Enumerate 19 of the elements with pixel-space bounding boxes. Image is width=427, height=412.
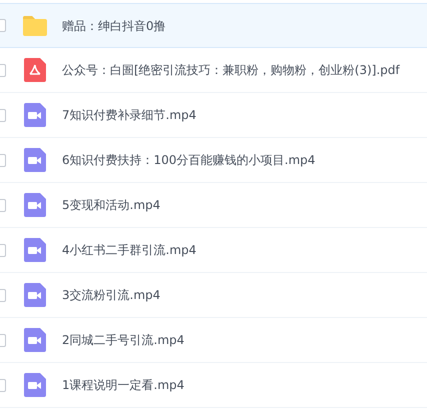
- file-name[interactable]: 1课程说明一定看.mp4: [62, 376, 184, 394]
- video-file-icon: [24, 103, 46, 127]
- file-name[interactable]: 4小红书二手群引流.mp4: [62, 241, 196, 259]
- file-name[interactable]: 公众号：白圄[绝密引流技巧：兼职粉，购物粉，创业粉(3)].pdf: [62, 61, 400, 79]
- video-file-icon: [24, 328, 46, 352]
- file-name[interactable]: 3交流粉引流.mp4: [62, 286, 160, 304]
- file-name[interactable]: 2同城二手号引流.mp4: [62, 331, 184, 349]
- folder-icon: [22, 14, 48, 36]
- file-name[interactable]: 7知识付费补录细节.mp4: [62, 106, 196, 124]
- video-file-icon: [24, 373, 46, 397]
- file-name[interactable]: 6知识付费扶持：100分百能赚钱的小项目.mp4: [62, 151, 316, 169]
- video-file-icon: [24, 148, 46, 172]
- file-name[interactable]: 赠品：绅白抖音0撸: [62, 16, 166, 34]
- video-file-icon: [24, 283, 46, 307]
- file-row[interactable]: 赠品：绅白抖音0撸: [0, 3, 427, 48]
- video-file-icon: [24, 193, 46, 217]
- file-name[interactable]: 5变现和活动.mp4: [62, 196, 160, 214]
- pdf-icon: [24, 58, 46, 82]
- video-file-icon: [24, 238, 46, 262]
